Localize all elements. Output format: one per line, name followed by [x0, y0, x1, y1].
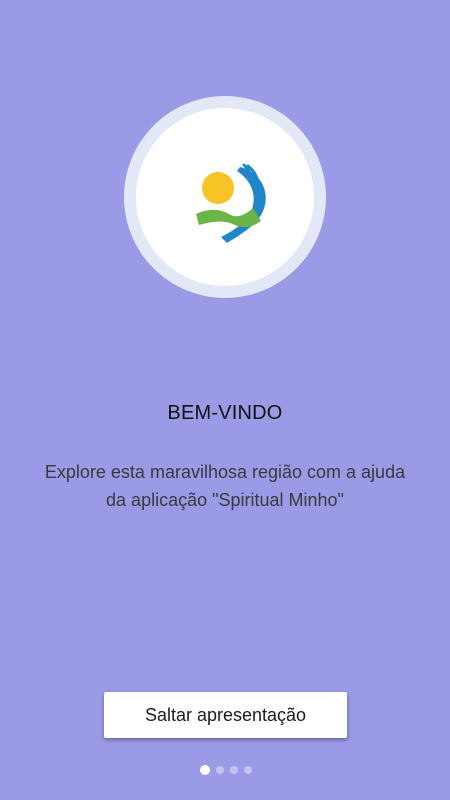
logo-ring: [124, 96, 326, 298]
spiritual-minho-logo-icon: [196, 163, 266, 243]
intro-description: Explore esta maravilhosa região com a aj…: [44, 462, 406, 510]
page-dot-2: [216, 766, 224, 774]
skip-intro-button[interactable]: Saltar apresentação: [104, 692, 347, 738]
page-title: BEM-VINDO: [167, 402, 283, 424]
intro-screen: BEM-VINDO Explore esta maravilhosa regiã…: [0, 0, 450, 800]
page-dot-4: [244, 766, 252, 774]
page-dot-3: [230, 766, 238, 774]
logo-circle: [136, 108, 314, 286]
page-dot-1-active: [200, 765, 210, 775]
page-indicator: [200, 764, 252, 776]
